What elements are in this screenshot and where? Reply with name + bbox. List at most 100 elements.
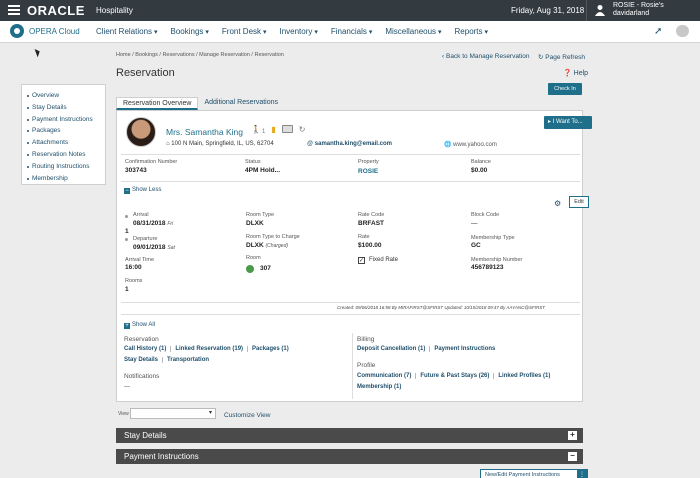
- membership-number: 456789123: [471, 264, 504, 271]
- menu-financials[interactable]: Financials: [331, 27, 372, 36]
- stay-details-link[interactable]: Stay Details: [124, 357, 164, 363]
- product-name: Hospitality: [96, 6, 133, 15]
- rocket-icon[interactable]: ➚: [654, 26, 662, 37]
- departure-day: Sat: [167, 245, 175, 251]
- guest-website[interactable]: 🌐 www.yahoo.com: [444, 141, 497, 148]
- rate-code-label: Rate Code: [358, 212, 385, 218]
- created-updated-info: Created: 09/06/2018 16:58 By MIRAFIRST@S…: [337, 305, 545, 310]
- divider: [121, 181, 580, 182]
- new-edit-payment-label: New/Edit Payment Instructions: [485, 472, 560, 478]
- guest-count: 1: [261, 129, 266, 135]
- sidebar-item-attachments[interactable]: Attachments: [27, 137, 105, 149]
- user-icon[interactable]: [595, 4, 605, 16]
- hamburger-menu-icon[interactable]: [8, 5, 20, 15]
- page-refresh-link[interactable]: ↻ Page Refresh: [538, 53, 585, 61]
- block-code: —: [471, 220, 478, 227]
- tab-reservation-overview[interactable]: Reservation Overview: [116, 97, 199, 110]
- breadcrumb[interactable]: Home / Bookings / Reservations / Manage …: [116, 52, 284, 58]
- show-less-toggle[interactable]: − Show Less: [124, 187, 161, 194]
- deposit-cancellation-link[interactable]: Deposit Cancellation (1): [357, 346, 431, 352]
- linked-profiles-link[interactable]: Linked Profiles (1): [498, 373, 554, 379]
- notifications-value: —: [124, 384, 130, 390]
- collapse-icon[interactable]: −: [568, 452, 577, 461]
- block-code-label: Block Code: [471, 212, 500, 218]
- room-status-icon: [246, 265, 254, 273]
- communication-link[interactable]: Communication (7): [357, 373, 417, 379]
- app-name[interactable]: OPERA Cloud: [29, 27, 80, 36]
- expand-icon[interactable]: +: [568, 431, 577, 440]
- sidebar-item-payment-instructions[interactable]: Payment Instructions: [27, 114, 105, 126]
- new-edit-payment-instructions-button[interactable]: New/Edit Payment Instructions ⋮: [480, 469, 588, 478]
- more-icon[interactable]: ⋮: [577, 470, 587, 478]
- menu-miscellaneous[interactable]: Miscellaneous: [385, 27, 441, 36]
- edit-button[interactable]: Edit: [569, 196, 589, 208]
- profile-label: Profile: [357, 362, 376, 369]
- tab-additional-reservations[interactable]: Additional Reservations: [198, 97, 284, 110]
- opera-logo-icon[interactable]: [10, 24, 24, 38]
- payment-instructions-section-bar[interactable]: Payment Instructions −: [116, 449, 583, 464]
- history-icon[interactable]: ↻: [299, 125, 306, 135]
- charged-note: (Charged): [265, 243, 289, 249]
- i-want-to-button[interactable]: ▸ I Want To...: [544, 116, 592, 129]
- user-line-2: davidarland: [613, 10, 650, 17]
- sidebar: Overview Stay Details Payment Instructio…: [21, 84, 106, 185]
- sidebar-item-overview[interactable]: Overview: [27, 90, 105, 102]
- customize-view-link[interactable]: Customize View: [224, 412, 270, 419]
- room-number[interactable]: 307: [260, 265, 271, 272]
- view-select[interactable]: [130, 408, 216, 419]
- sidebar-item-stay-details[interactable]: Stay Details: [27, 102, 105, 114]
- arrival-date-text: 08/31/2018: [133, 220, 166, 227]
- help-icon: ❓: [563, 70, 572, 77]
- gear-icon[interactable]: ⚙: [554, 199, 561, 208]
- arrival-label: Arrival: [133, 212, 149, 218]
- person-icon: 🚶: [251, 125, 261, 134]
- stay-details-section-bar[interactable]: Stay Details +: [116, 428, 583, 443]
- guest-avatar: [126, 117, 156, 147]
- sidebar-item-membership[interactable]: Membership: [27, 173, 105, 185]
- reservation-links-row-2: Stay Details Transportation: [124, 357, 217, 363]
- chat-icon[interactable]: [676, 25, 689, 37]
- property-label: Property: [358, 159, 379, 165]
- vip-icon: ▮: [271, 125, 276, 134]
- payment-instructions-link[interactable]: Payment Instructions: [434, 346, 499, 352]
- menu-client-relations[interactable]: Client Relations: [96, 27, 158, 36]
- menu-inventory[interactable]: Inventory: [279, 27, 317, 36]
- property-value[interactable]: ROSIE: [358, 168, 378, 175]
- reservation-links-row-1: Call History (1) Linked Reservation (19) P…: [124, 346, 297, 352]
- arrival-time: 16:00: [125, 264, 142, 271]
- status-value: 4PM Hold...: [245, 167, 281, 174]
- help-link[interactable]: ❓ Help: [563, 69, 588, 77]
- guest-email[interactable]: @ samantha.king@email.com: [307, 141, 392, 147]
- arrival-date: 08/31/2018 Fri: [133, 220, 173, 227]
- guest-name[interactable]: Mrs. Samantha King: [166, 127, 243, 137]
- future-past-stays-link[interactable]: Future & Past Stays (26): [420, 373, 495, 379]
- back-link-label: Back to Manage Reservation: [445, 53, 530, 60]
- membership-link[interactable]: Membership (1): [357, 384, 405, 390]
- menu-reports[interactable]: Reports: [455, 27, 488, 36]
- rate-label: Rate: [358, 234, 370, 240]
- confirmation-label: Confirmation Number: [125, 159, 178, 165]
- show-all-toggle[interactable]: + Show All: [124, 322, 155, 329]
- payment-instructions-section-title: Payment Instructions: [124, 452, 199, 461]
- guest-address: ⌂ 100 N Main, Springfield, IL, US, 62704: [166, 141, 274, 147]
- sidebar-item-reservation-notes[interactable]: Reservation Notes: [27, 149, 105, 161]
- fixed-rate-checkbox[interactable]: ✓: [358, 257, 365, 264]
- user-menu[interactable]: ROSIE - Rosie's davidarland: [613, 2, 664, 18]
- back-to-manage-reservation-link[interactable]: ‹ Back to Manage Reservation: [442, 53, 529, 60]
- guest-icons: 🚶 1 ▮ ↻: [251, 125, 305, 135]
- linked-reservation-link[interactable]: Linked Reservation (19): [175, 346, 249, 352]
- minus-icon: −: [124, 188, 130, 194]
- billing-label: Billing: [357, 336, 375, 343]
- sidebar-item-packages[interactable]: Packages: [27, 125, 105, 137]
- sidebar-item-routing-instructions[interactable]: Routing Instructions: [27, 161, 105, 173]
- menu-bookings[interactable]: Bookings: [171, 27, 209, 36]
- menu-front-desk[interactable]: Front Desk: [222, 27, 267, 36]
- mouse-cursor-icon: [34, 47, 42, 58]
- call-history-link[interactable]: Call History (1): [124, 346, 172, 352]
- transportation-link[interactable]: Transportation: [167, 357, 213, 363]
- room-label: Room: [246, 255, 261, 261]
- vertical-divider: [352, 333, 353, 399]
- check-in-button[interactable]: Check In: [548, 83, 582, 95]
- packages-link[interactable]: Packages (1): [252, 346, 293, 352]
- profile-links-row-2: Membership (1): [357, 384, 409, 390]
